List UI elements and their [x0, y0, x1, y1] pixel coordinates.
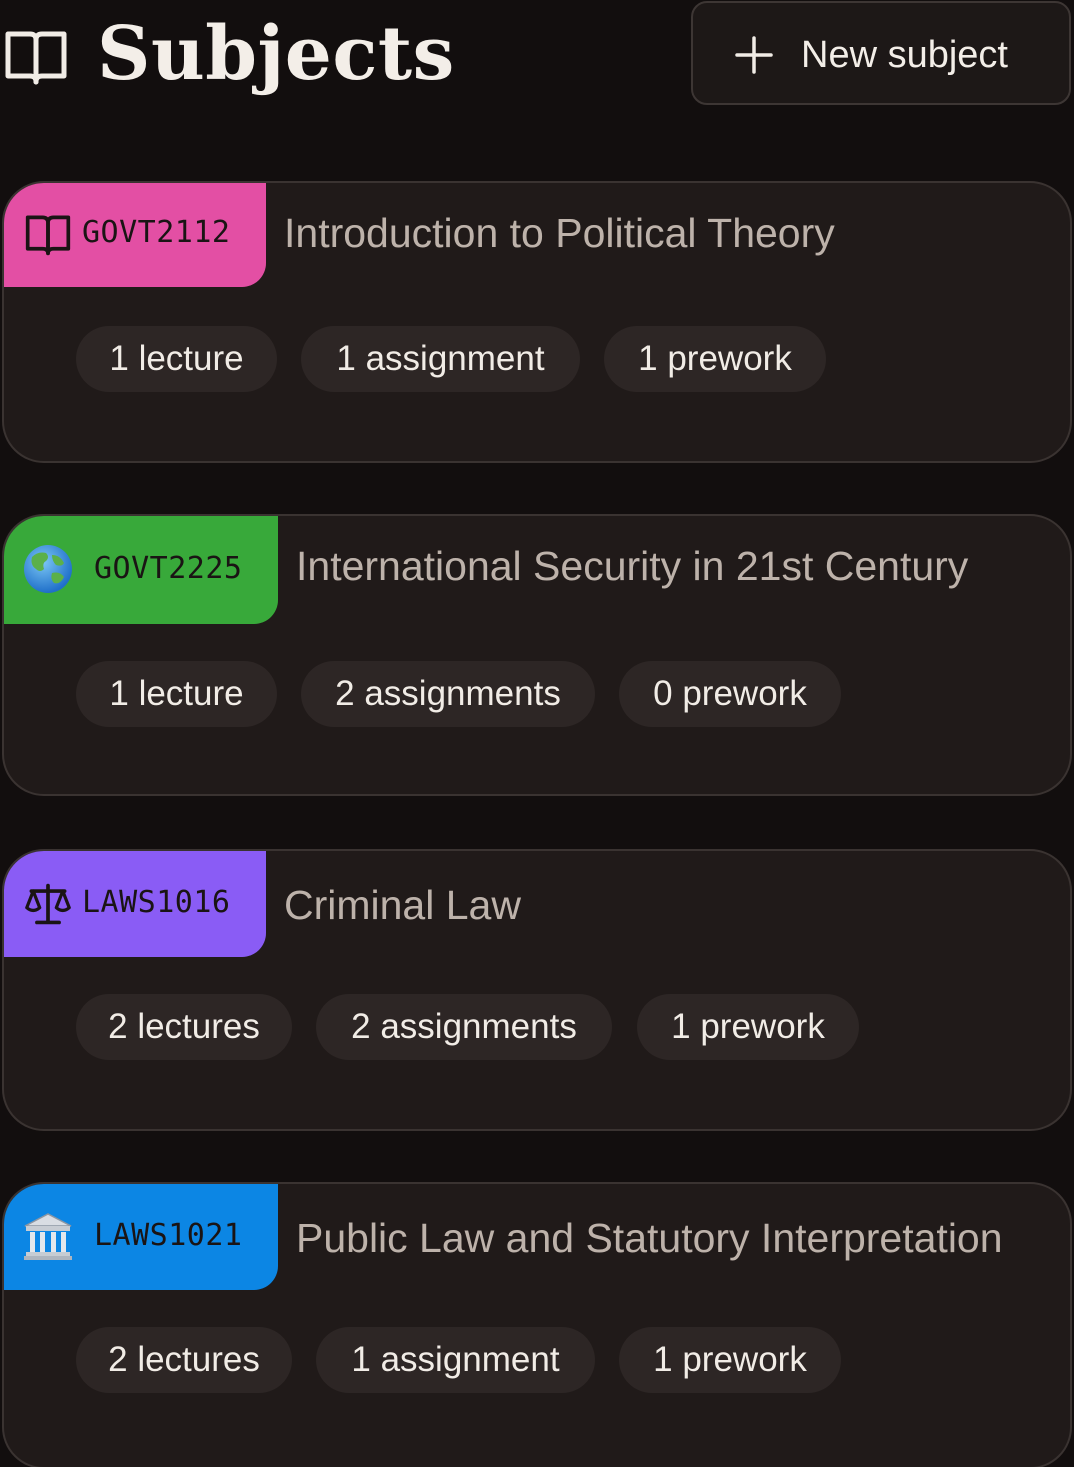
subject-card-laws1021[interactable]: LAWS1021 Public Law and Statutory Interp… — [2, 1182, 1072, 1467]
new-subject-button[interactable]: New subject — [691, 1, 1071, 105]
prework-count-badge: 1 prework — [604, 326, 826, 392]
page-header: Subjects New subject — [0, 0, 1074, 110]
subject-code: GOVT2225 — [94, 551, 243, 586]
lecture-count-badge: 1 lecture — [76, 661, 277, 727]
assignment-count-badge: 1 assignment — [316, 1327, 595, 1393]
plus-icon — [735, 36, 773, 74]
subject-card-govt2112[interactable]: GOVT2112 Introduction to Political Theor… — [2, 181, 1072, 463]
subject-code-tab: GOVT2225 — [4, 516, 278, 624]
assignment-count-badge: 1 assignment — [301, 326, 580, 392]
prework-count-badge: 1 prework — [619, 1327, 841, 1393]
open-book-icon — [22, 208, 74, 260]
subject-code-tab: LAWS1021 — [4, 1184, 278, 1290]
subject-card-laws1016[interactable]: LAWS1016 Criminal Law 2 lectures 2 assig… — [2, 849, 1072, 1131]
subjects-page: Subjects New subject GOVT2112 Introducti… — [0, 0, 1074, 1467]
prework-count-badge: 0 prework — [619, 661, 841, 727]
prework-count-badge: 1 prework — [637, 994, 859, 1060]
subject-title: Criminal Law — [284, 882, 521, 928]
book-icon — [5, 31, 67, 85]
assignment-count-badge: 2 assignments — [301, 661, 595, 727]
scales-icon — [22, 878, 74, 930]
lecture-count-badge: 2 lectures — [76, 994, 292, 1060]
subject-title: Introduction to Political Theory — [284, 210, 835, 256]
lecture-count-badge: 1 lecture — [76, 326, 277, 392]
subject-title: International Security in 21st Century — [296, 543, 969, 589]
page-title: Subjects — [97, 11, 455, 97]
subject-code: GOVT2112 — [82, 215, 231, 250]
courthouse-icon — [22, 1210, 74, 1262]
globe-icon — [22, 543, 74, 595]
subject-code-tab: LAWS1016 — [4, 851, 266, 957]
new-subject-label: New subject — [801, 34, 1008, 76]
lecture-count-badge: 2 lectures — [76, 1327, 292, 1393]
assignment-count-badge: 2 assignments — [316, 994, 612, 1060]
subject-card-govt2225[interactable]: GOVT2225 International Security in 21st … — [2, 514, 1072, 796]
subject-code: LAWS1021 — [94, 1218, 243, 1253]
subject-title: Public Law and Statutory Interpretation — [296, 1215, 1003, 1261]
subject-code-tab: GOVT2112 — [4, 183, 266, 287]
subject-code: LAWS1016 — [82, 885, 231, 920]
